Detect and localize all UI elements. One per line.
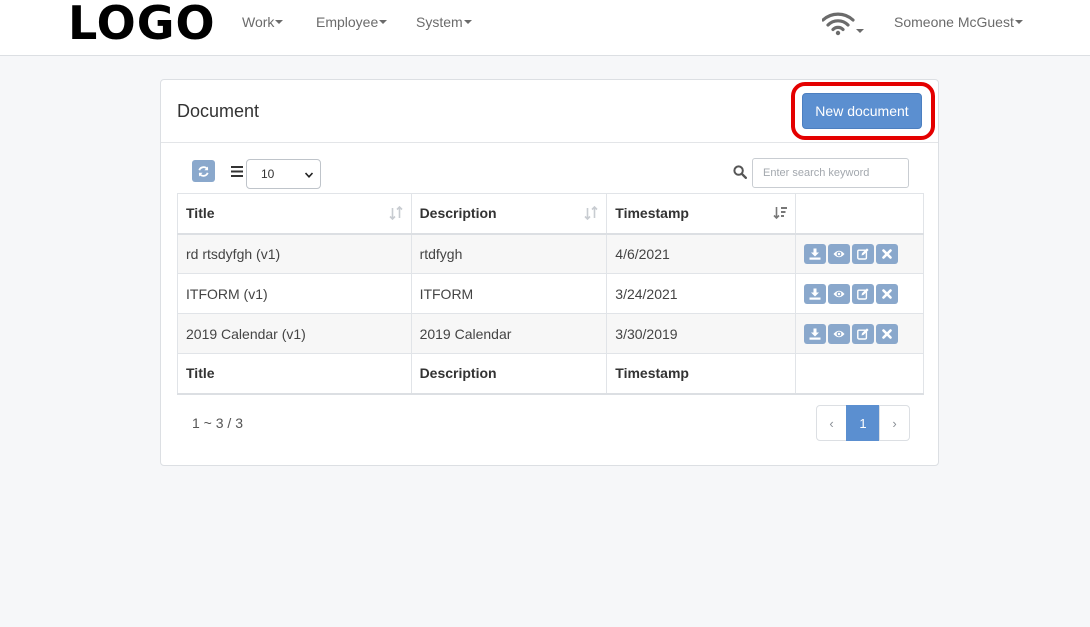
download-icon	[809, 328, 821, 340]
cell-description: rtdfygh	[410, 233, 608, 274]
list-icon	[231, 166, 243, 177]
pagination: ‹ 1 ›	[816, 405, 910, 441]
eye-icon	[833, 250, 845, 257]
column-header-description-label: Description	[419, 205, 497, 222]
document-table: Title Description Timestamp rd rtsdyfgh …	[177, 193, 924, 395]
delete-button[interactable]	[876, 323, 899, 344]
caret-down-icon	[1014, 20, 1023, 25]
view-button[interactable]	[828, 243, 851, 264]
edit-icon	[857, 248, 869, 260]
view-button[interactable]	[828, 323, 851, 344]
user-menu[interactable]: Someone McGuest	[894, 13, 1023, 31]
column-header-description[interactable]: Description	[410, 193, 608, 235]
page-title: Document	[177, 101, 260, 121]
caret-down-icon	[379, 20, 388, 25]
refresh-icon	[198, 165, 209, 177]
cell-timestamp: 4/6/2021	[606, 233, 797, 274]
table-row[interactable]: rd rtsdyfgh (v1) rtdfygh 4/6/2021	[177, 233, 924, 274]
caret-down-icon	[463, 20, 472, 25]
prev-page-button[interactable]: ‹	[816, 405, 847, 441]
nav-menu-system[interactable]: System	[416, 13, 472, 31]
delete-button[interactable]	[876, 243, 899, 264]
page-size-value: 10	[261, 167, 275, 181]
cell-title: rd rtsdyfgh (v1)	[177, 233, 412, 274]
chevron-down-icon	[305, 172, 313, 178]
delete-button[interactable]	[876, 283, 899, 304]
table-header-row: Title Description Timestamp	[177, 193, 924, 235]
footer-title: Title	[177, 353, 412, 395]
footer-description: Description	[410, 353, 608, 395]
nav-menu-system-label: System	[416, 14, 463, 30]
nav-menu-employee[interactable]: Employee	[316, 13, 388, 31]
cell-description: ITFORM	[410, 273, 608, 314]
download-icon	[809, 248, 821, 260]
download-button[interactable]	[804, 243, 827, 264]
edit-button[interactable]	[852, 323, 875, 344]
close-icon	[882, 288, 892, 299]
sort-desc-icon	[773, 207, 788, 220]
search-input[interactable]	[752, 158, 909, 188]
cell-actions	[795, 233, 924, 274]
footer-actions	[795, 353, 924, 395]
column-header-title-label: Title	[186, 205, 215, 222]
user-name: Someone McGuest	[894, 14, 1014, 30]
download-button[interactable]	[804, 323, 827, 344]
document-panel: Document New document 10 Enter search ke…	[160, 79, 939, 466]
cell-title: ITFORM (v1)	[177, 273, 412, 314]
sort-icon	[388, 206, 403, 220]
panel-header: Document New document	[161, 80, 938, 143]
table-row[interactable]: ITFORM (v1) ITFORM 3/24/2021	[177, 273, 924, 314]
nav-menu-work[interactable]: Work	[242, 13, 284, 31]
next-page-button[interactable]: ›	[879, 405, 910, 441]
cell-timestamp: 3/30/2019	[606, 313, 797, 354]
nav-menu-work-label: Work	[242, 14, 275, 30]
download-icon	[809, 288, 821, 300]
column-header-timestamp[interactable]: Timestamp	[606, 193, 797, 235]
column-header-title[interactable]: Title	[177, 193, 412, 235]
new-document-button[interactable]: New document	[802, 93, 922, 129]
cell-description: 2019 Calendar	[410, 313, 608, 354]
edit-icon	[857, 287, 869, 300]
cell-timestamp: 3/24/2021	[606, 273, 797, 314]
edit-button[interactable]	[852, 243, 875, 264]
top-navbar: LOGO Work Employee System Someone McGues…	[0, 0, 1090, 56]
refresh-button[interactable]	[192, 160, 215, 182]
footer-timestamp: Timestamp	[606, 353, 797, 395]
column-header-actions	[795, 193, 924, 235]
table-footer-row: Title Description Timestamp	[177, 353, 924, 395]
close-icon	[882, 328, 892, 339]
table-row[interactable]: 2019 Calendar (v1) 2019 Calendar 3/30/20…	[177, 313, 924, 354]
sort-icon	[584, 206, 598, 220]
nav-menu-employee-label: Employee	[316, 14, 379, 30]
cell-actions	[795, 273, 924, 314]
edit-icon	[857, 327, 869, 340]
download-button[interactable]	[804, 283, 827, 304]
column-header-timestamp-label: Timestamp	[615, 205, 689, 222]
cell-actions	[795, 313, 924, 354]
view-button[interactable]	[828, 283, 851, 304]
search-icon	[733, 165, 747, 179]
caret-down-icon	[275, 20, 284, 25]
close-icon	[882, 248, 892, 259]
cell-title: 2019 Calendar (v1)	[177, 313, 412, 354]
edit-button[interactable]	[852, 283, 875, 304]
page-1-button[interactable]: 1	[846, 405, 880, 441]
network-status-menu[interactable]	[821, 12, 866, 38]
page-size-select[interactable]: 10	[246, 159, 321, 189]
eye-icon	[833, 290, 845, 297]
logo[interactable]: LOGO	[68, 0, 216, 46]
wifi-icon	[821, 12, 864, 36]
record-count: 1 ~ 3 / 3	[192, 415, 243, 431]
eye-icon	[833, 330, 845, 337]
